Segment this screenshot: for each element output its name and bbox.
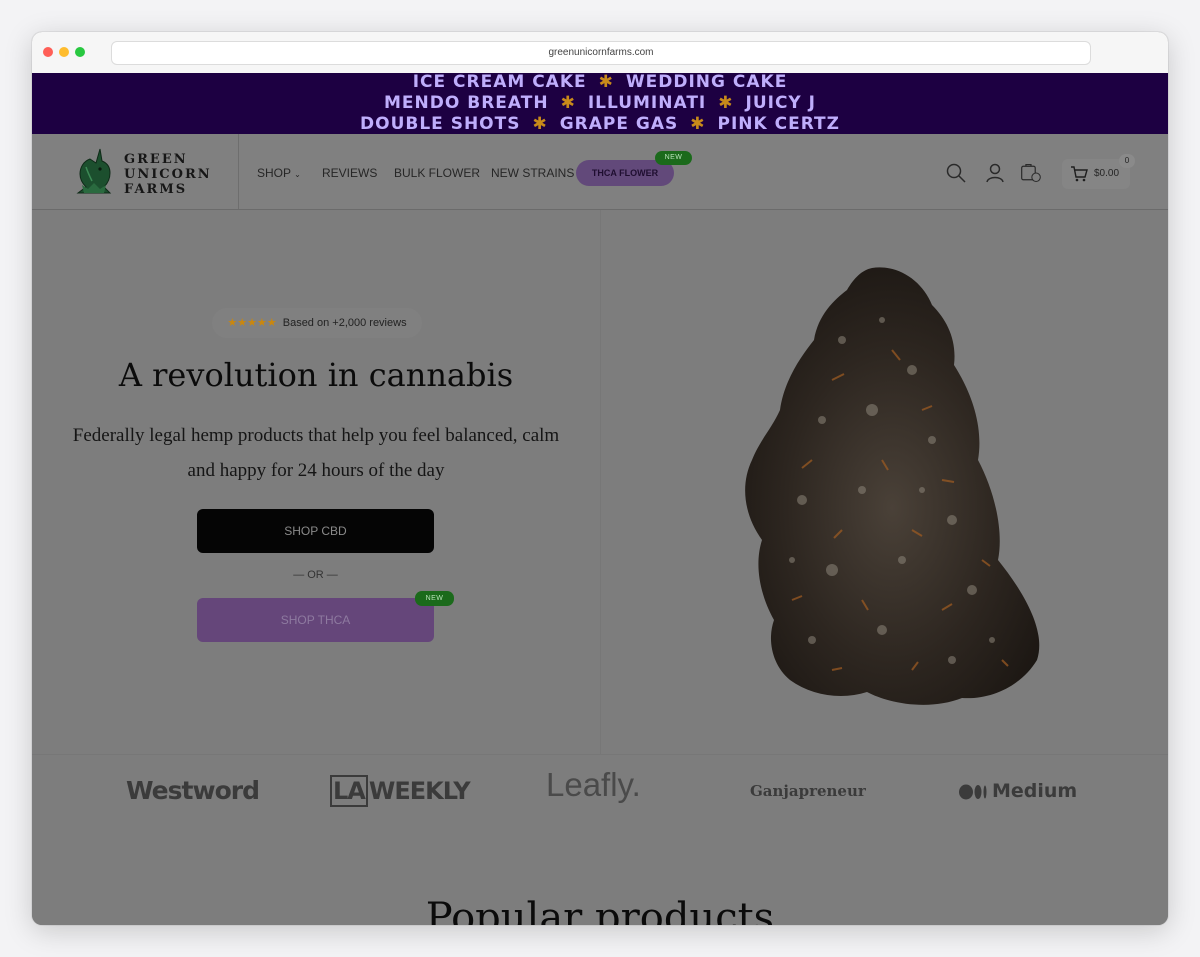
nav-shop-label: SHOP [257,166,291,180]
reviews-chip: ★★★★★ Based on +2,000 reviews [212,308,422,338]
cart-count-badge: 0 [1119,154,1135,168]
ganjapreneur-logo: Ganjapreneur [750,782,866,800]
nav-shop[interactable]: SHOP ⌄ [257,166,301,180]
cannabis-flower-image [745,267,1040,705]
cart-icon [1071,166,1088,182]
account-icon[interactable] [984,162,1006,184]
hero-section: ★★★★★ Based on +2,000 reviews A revolutio… [32,210,1168,754]
la-weekly-logo: LA WEEKLY [330,755,471,827]
browser-chrome: greenunicornfarms.com [32,32,1168,74]
star-rating-icon: ★★★★★ [227,317,277,329]
ticker-item: ILLUMINATI [587,93,707,113]
reviews-count-text: Based on +2,000 reviews [282,317,407,329]
logo-wordmark: GREEN UNICORN FARMS [124,152,212,197]
medium-logo-text: Medium [992,780,1078,802]
cart-total: $0.00 [1094,168,1120,179]
site-logo[interactable]: GREEN UNICORN FARMS [32,134,239,209]
address-bar[interactable]: greenunicornfarms.com [111,41,1091,65]
leafly-logo: Leafly. [546,766,641,803]
ticker-item: WEDDING CAKE [625,72,788,92]
westword-logo: Westword [126,776,260,805]
asterisk-icon: ✱ [532,114,548,134]
close-window-button[interactable] [43,47,53,57]
ticker-item: DOUBLE SHOTS [360,114,521,134]
ticker-item: PINK CERTZ [717,114,840,134]
or-divider-text: — OR — [293,569,338,581]
browser-window: greenunicornfarms.com ICE CREAM CAKE ✱ WED… [32,32,1168,925]
logo-line: FARMS [124,182,188,197]
nav-bulk-flower[interactable]: BULK FLOWER [394,166,480,180]
logo-line: UNICORN [124,167,212,182]
new-badge: NEW [415,591,454,606]
hero-subtitle: Federally legal hemp products that help … [72,425,560,481]
medium-mark-icon [959,784,987,799]
hero-title: A revolution in cannabis [118,356,514,394]
ticker-line: DOUBLE SHOTS ✱ GRAPE GAS ✱ PINK CERTZ [32,115,1168,136]
la-weekly-la: LA [330,775,368,807]
minimize-window-button[interactable] [59,47,69,57]
ticker-line: ICE CREAM CAKE ✱ WEDDING CAKE [32,73,1168,94]
wishlist-icon[interactable] [1020,162,1042,184]
search-icon[interactable] [945,162,967,184]
popular-products-title: Popular products [425,895,775,925]
nav-new-strains[interactable]: NEW STRAINS [491,166,574,180]
nav-reviews[interactable]: REVIEWS [322,166,377,180]
strain-ticker-banner: ICE CREAM CAKE ✱ WEDDING CAKE MENDO BREATH… [32,73,1168,134]
asterisk-icon: ✱ [718,93,734,113]
chevron-down-icon: ⌄ [294,170,301,179]
site-header: GREEN UNICORN FARMS SHOP ⌄ REVIEWS BULK … [32,134,1168,210]
logo-line: GREEN [124,152,188,167]
asterisk-icon: ✱ [690,114,706,134]
shop-cbd-button[interactable]: SHOP CBD [197,509,434,553]
la-weekly-rest: WEEKLY [368,777,471,805]
new-badge: NEW [655,151,692,165]
asterisk-icon: ✱ [560,93,576,113]
ticker-item: MENDO BREATH [384,93,549,113]
hero-divider [600,210,601,754]
ticker-item: GRAPE GAS [559,114,679,134]
ticker-item: ICE CREAM CAKE [412,72,587,92]
press-logos-strip: Westword LA WEEKLY Leafly. Ganjapreneur M… [32,754,1168,828]
ticker-line: MENDO BREATH ✱ ILLUMINATI ✱ JUICY J [32,94,1168,115]
shop-thca-button[interactable]: SHOP THCA [197,598,434,642]
ticker-item: JUICY J [745,93,816,113]
popular-products-section: Popular products [32,827,1168,925]
maximize-window-button[interactable] [75,47,85,57]
unicorn-logo-icon [76,148,112,194]
medium-logo: Medium [959,755,1077,827]
asterisk-icon: ✱ [598,72,614,92]
